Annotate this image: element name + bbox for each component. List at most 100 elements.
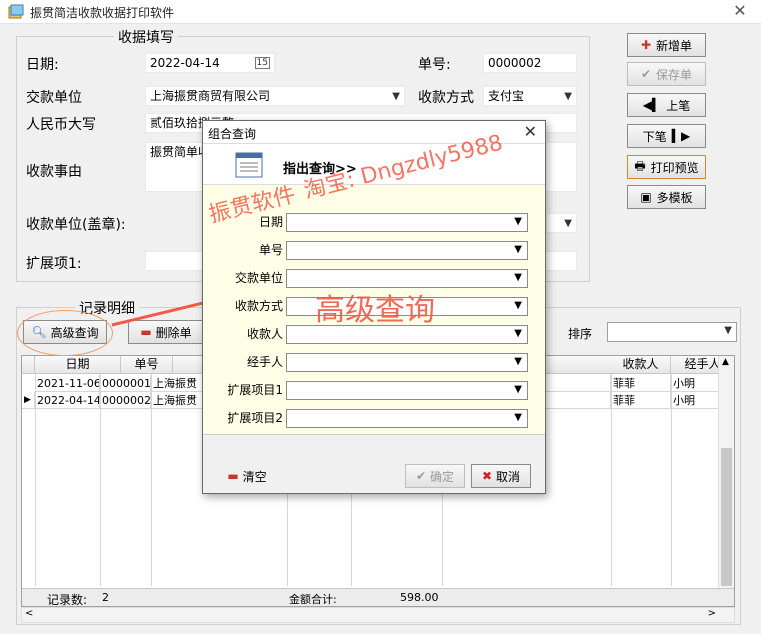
vertical-scrollbar[interactable]: ▲ (718, 356, 734, 588)
cell-handler[interactable]: 小明 (671, 392, 719, 409)
print-preview-button[interactable]: 🖶 打印预览 (627, 155, 706, 179)
chevron-down-icon: ▼ (514, 244, 522, 255)
row-indicator-header (22, 356, 35, 374)
query-number-select[interactable]: ▼ (286, 241, 528, 260)
rmb-label: 人民币大写 (26, 117, 96, 133)
reason-label: 收款事由 (26, 164, 82, 180)
column-header-number[interactable]: 单号 (121, 356, 173, 374)
annotation-text: 高级查询 (315, 293, 435, 328)
app-icon (8, 4, 24, 19)
next-record-button[interactable]: 下笔 ▍▶ (627, 124, 706, 148)
sort-select[interactable]: ▼ (607, 322, 737, 342)
chevron-down-icon: ▼ (514, 412, 522, 423)
number-field[interactable]: 0000002 (483, 53, 577, 73)
clear-button[interactable]: ▬ 清空 (219, 464, 275, 488)
payer-select[interactable]: 上海振贯商贸有限公司 ▼ (145, 86, 405, 106)
cell-receiver[interactable]: 菲菲 (611, 375, 671, 392)
column-header-receiver[interactable]: 收款人 (611, 356, 671, 374)
current-row-indicator: ▶ (22, 392, 35, 409)
cell-receiver[interactable]: 菲菲 (611, 392, 671, 409)
cancel-label: 取消 (496, 469, 521, 484)
chevron-down-icon: ▼ (564, 91, 572, 102)
query-label-method: 收款方式 (234, 299, 283, 313)
horizontal-scrollbar[interactable]: < > (21, 607, 735, 623)
minus-icon: ▬ (227, 469, 239, 483)
cell-handler[interactable]: 小明 (671, 375, 719, 392)
number-value: 0000002 (488, 56, 542, 70)
summary-footer: 记录数: 2 金额合计: 598.00 (22, 588, 734, 606)
chevron-down-icon: ▼ (514, 384, 522, 395)
skip-back-icon: ◀▍ (642, 98, 662, 112)
seal-select[interactable]: ▼ (546, 213, 577, 233)
receipt-form-title: 收据填写 (114, 27, 178, 47)
ok-button[interactable]: ✔ 确定 (405, 464, 465, 488)
ok-label: 确定 (430, 469, 455, 484)
query-label-receiver: 收款人 (246, 327, 283, 341)
chevron-down-icon: ▼ (514, 356, 522, 367)
scroll-up-icon[interactable]: ▲ (722, 357, 729, 367)
title-bar: 振贯简洁收款收据打印软件 ✕ (0, 0, 761, 24)
cell-number[interactable]: 0000001 (100, 375, 151, 392)
date-value: 2022-04-14 (150, 56, 220, 70)
plus-icon: ✚ (640, 38, 652, 52)
query-label-number: 单号 (258, 243, 283, 257)
form-window-icon (235, 152, 263, 178)
scroll-thumb[interactable] (721, 448, 732, 586)
window-title: 振贯简洁收款收据打印软件 (30, 6, 175, 20)
scroll-left-icon[interactable]: < (25, 608, 33, 619)
print-preview-label: 打印预览 (650, 160, 699, 175)
query-label-ext1: 扩展项目1 (227, 383, 283, 397)
clear-label: 清空 (242, 469, 267, 484)
query-label-handler: 经手人 (246, 355, 283, 369)
prev-record-button[interactable]: ◀▍ 上笔 (627, 93, 706, 117)
cell-date[interactable]: 2021-11-06 (35, 375, 100, 392)
sort-label: 排序 (568, 327, 593, 341)
templates-button[interactable]: ▣ 多模板 (627, 185, 706, 209)
save-receipt-label: 保存单 (656, 67, 693, 82)
calendar-icon[interactable]: 15 (254, 57, 270, 69)
query-label-payer: 交款单位 (234, 271, 283, 285)
seal-label: 收款单位(盖章): (26, 217, 126, 233)
chevron-down-icon: ▼ (392, 91, 400, 102)
prev-record-label: 上笔 (666, 98, 691, 113)
window-close-button[interactable]: ✕ (730, 1, 750, 21)
dialog-close-button[interactable]: ✕ (524, 122, 537, 141)
record-count-value: 2 (102, 591, 109, 604)
cell-date[interactable]: 2022-04-14 (35, 392, 100, 409)
printer-icon: 🖶 (634, 158, 646, 173)
chevron-down-icon: ▼ (724, 325, 732, 336)
chevron-down-icon: ▼ (514, 216, 522, 227)
chevron-down-icon: ▼ (514, 300, 522, 311)
total-amount-value: 598.00 (400, 591, 439, 604)
dialog-title: 组合查询 (208, 127, 257, 141)
window-icon: ▣ (640, 190, 652, 204)
new-receipt-button[interactable]: ✚ 新增单 (627, 33, 706, 57)
query-ext1-select[interactable]: ▼ (286, 381, 528, 400)
save-receipt-button[interactable]: ✔ 保存单 (627, 62, 706, 86)
reason-value: 振贯简单收 (150, 145, 211, 159)
method-select[interactable]: 支付宝 ▼ (483, 86, 577, 106)
query-date-select[interactable]: ▼ (286, 213, 528, 232)
query-label-ext2: 扩展项目2 (227, 411, 283, 425)
new-receipt-label: 新增单 (656, 38, 693, 53)
checkmark-icon: ✔ (415, 469, 427, 483)
cancel-button[interactable]: ✖ 取消 (471, 464, 531, 488)
checkmark-icon: ✔ (640, 67, 652, 81)
scroll-right-icon[interactable]: > (708, 608, 716, 619)
date-picker[interactable]: 2022-04-14 15 (145, 53, 275, 73)
chevron-down-icon: ▼ (564, 218, 572, 229)
annotation-circle (17, 310, 113, 356)
query-handler-select[interactable]: ▼ (286, 353, 528, 372)
column-header-date[interactable]: 日期 (35, 356, 121, 374)
query-ext2-select[interactable]: ▼ (286, 409, 528, 428)
ext1-label: 扩展项1: (26, 256, 82, 272)
method-value: 支付宝 (488, 89, 525, 103)
skip-forward-icon: ▍▶ (671, 129, 691, 143)
date-label: 日期: (26, 57, 59, 73)
payer-value: 上海振贯商贸有限公司 (150, 89, 271, 103)
method-label: 收款方式 (418, 90, 474, 106)
cell-number[interactable]: 0000002 (100, 392, 151, 409)
next-record-label: 下笔 (642, 129, 667, 144)
payer-label: 交款单位 (26, 90, 82, 106)
templates-label: 多模板 (656, 190, 693, 205)
